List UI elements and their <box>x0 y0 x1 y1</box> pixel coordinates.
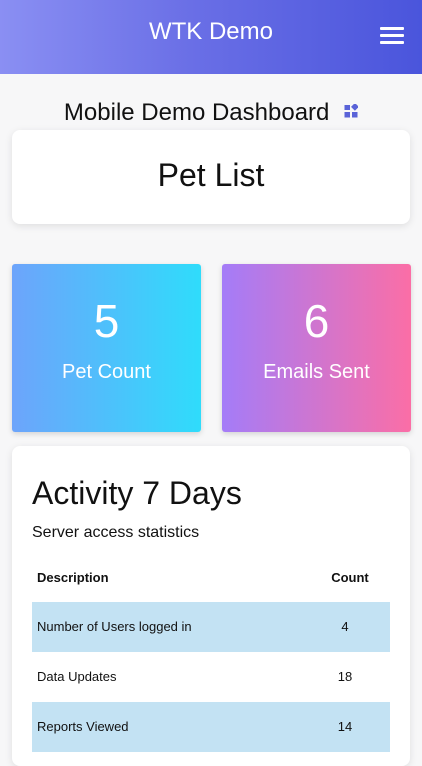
column-header-description: Description <box>37 570 109 585</box>
menu-line <box>380 27 404 30</box>
menu-line <box>380 34 404 37</box>
pet-count-label: Pet Count <box>62 361 151 383</box>
pet-count-card[interactable]: 5 Pet Count <box>12 264 201 432</box>
dashboard-title: Mobile Demo Dashboard <box>63 99 330 126</box>
pet-count-value: 5 <box>93 295 120 347</box>
app-header: WTK Demo <box>0 0 422 74</box>
hamburger-menu-icon[interactable] <box>380 26 404 44</box>
pet-list-label: Pet List <box>157 157 265 193</box>
table-row: Number of Users logged in 4 <box>32 602 390 652</box>
activity-card: Activity 7 Days Server access statistics… <box>12 446 410 766</box>
column-header-count: Count <box>331 570 369 585</box>
row-description: Reports Viewed <box>37 719 129 734</box>
emails-sent-label: Emails Sent <box>263 361 370 383</box>
table-header-row: Description Count <box>32 554 390 602</box>
row-count: 18 <box>337 669 353 684</box>
table-row: Reports Viewed 14 <box>32 702 390 752</box>
row-count: 14 <box>337 719 353 734</box>
dashboard-widgets-icon <box>344 104 359 118</box>
row-count: 4 <box>341 619 349 634</box>
emails-sent-value: 6 <box>303 295 330 347</box>
activity-title: Activity 7 Days <box>32 475 242 511</box>
activity-subtitle: Server access statistics <box>32 524 200 541</box>
menu-line <box>380 41 404 44</box>
activity-table: Description Count Number of Users logged… <box>32 554 390 752</box>
pet-list-card[interactable]: Pet List <box>12 130 410 224</box>
app-title: WTK Demo <box>148 18 273 45</box>
emails-sent-card[interactable]: 6 Emails Sent <box>222 264 411 432</box>
dashboard-heading: Mobile Demo Dashboard <box>0 98 422 128</box>
table-row: Data Updates 18 <box>32 652 390 702</box>
row-description: Data Updates <box>37 669 117 684</box>
row-description: Number of Users logged in <box>37 619 192 634</box>
